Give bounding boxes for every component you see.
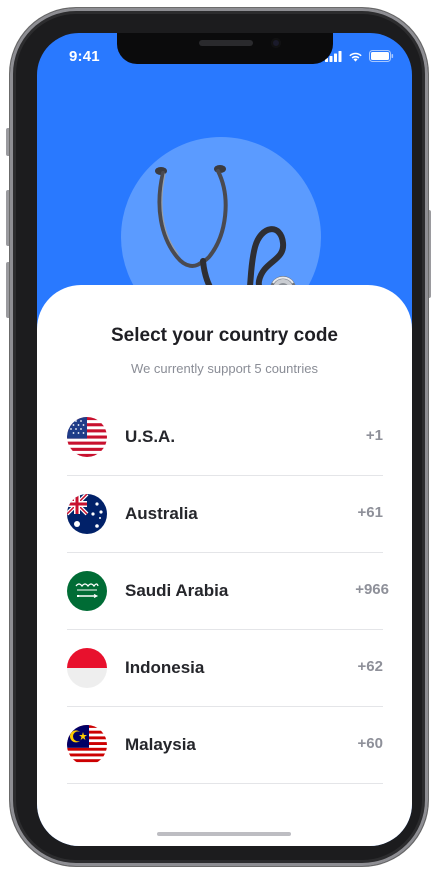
country-dial-code: +60: [357, 735, 383, 752]
battery-icon: [369, 50, 394, 62]
country-dial-code: +61: [357, 504, 383, 521]
country-dial-code: +62: [357, 658, 383, 675]
page-title: Select your country code: [110, 325, 338, 346]
stethoscope-icon: [155, 165, 296, 297]
home-indicator[interactable]: [157, 832, 291, 836]
saudi-arabia-flag-icon: [67, 571, 107, 611]
notch: [117, 33, 333, 64]
country-name: Malaysia: [125, 735, 196, 754]
malaysia-flag-icon: [67, 725, 107, 765]
country-sheet: Select your country code We currently su…: [37, 285, 412, 846]
country-row-australia[interactable]: Australia +61: [67, 476, 383, 553]
country-row-indonesia[interactable]: Indonesia +62: [67, 630, 383, 707]
wifi-icon: [349, 52, 362, 62]
country-row-saudi-arabia[interactable]: Saudi Arabia +966: [67, 553, 389, 630]
front-camera: [271, 38, 281, 48]
country-dial-code: +1: [365, 427, 383, 444]
status-time: 9:41: [69, 48, 100, 65]
country-row-usa[interactable]: U.S.A. +1: [67, 399, 383, 476]
country-row-malaysia[interactable]: Malaysia +60: [67, 707, 383, 784]
country-name: Saudi Arabia: [125, 581, 229, 600]
country-name: Indonesia: [125, 658, 205, 677]
country-dial-code: +966: [355, 581, 389, 598]
country-name: U.S.A.: [125, 427, 176, 446]
australia-flag-icon: [67, 494, 107, 534]
country-name: Australia: [125, 504, 198, 523]
status-icons: [325, 50, 394, 62]
earpiece-speaker: [199, 40, 253, 46]
screen: 9:41 Select your country code We current…: [37, 33, 412, 846]
page-subtitle: We currently support 5 countries: [131, 361, 318, 376]
us-flag-icon: [67, 417, 107, 457]
indonesia-flag-icon: [67, 648, 107, 688]
country-list: U.S.A. +1 Australia +61 Saudi Arabia +96…: [67, 399, 389, 784]
